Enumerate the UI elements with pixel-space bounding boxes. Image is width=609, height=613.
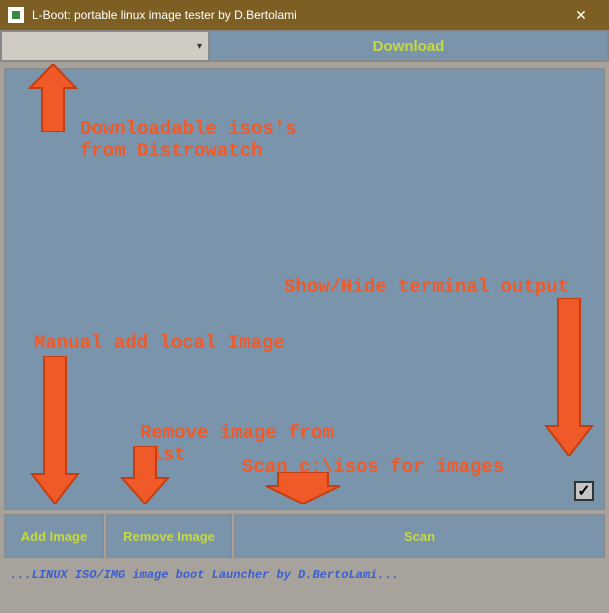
show-terminal-checkbox[interactable]: ✓	[574, 481, 594, 501]
bottom-toolbar: Add Image Remove Image Scan	[4, 514, 605, 558]
window-title: L-Boot: portable linux image tester by D…	[32, 8, 561, 22]
iso-dropdown[interactable]: ▾	[1, 31, 209, 61]
add-image-button[interactable]: Add Image	[4, 514, 104, 558]
app-icon	[8, 7, 24, 23]
scan-button[interactable]: Scan	[234, 514, 605, 558]
remove-image-button[interactable]: Remove Image	[106, 514, 232, 558]
window-body: ▾ Download ✓ Add Image Remove Image Scan…	[0, 30, 609, 588]
titlebar: L-Boot: portable linux image tester by D…	[0, 0, 609, 30]
close-icon[interactable]: ✕	[561, 0, 601, 30]
add-image-label: Add Image	[21, 529, 87, 544]
main-panel: ✓	[4, 68, 605, 510]
scan-label: Scan	[404, 529, 435, 544]
chevron-down-icon: ▾	[197, 41, 202, 52]
download-label: Download	[373, 38, 445, 55]
remove-image-label: Remove Image	[123, 529, 215, 544]
download-button[interactable]: Download	[209, 31, 608, 61]
top-toolbar: ▾ Download	[0, 30, 609, 62]
status-bar: ...LINUX ISO/IMG image boot Launcher by …	[0, 562, 609, 588]
checkmark-icon: ✓	[577, 481, 590, 501]
